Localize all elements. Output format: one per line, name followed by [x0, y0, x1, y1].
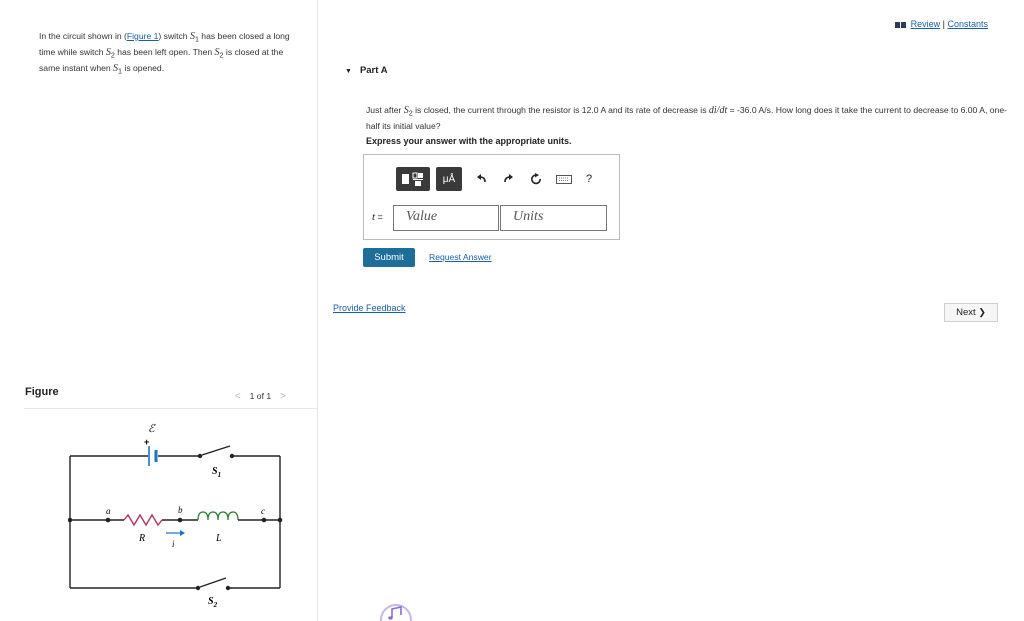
help-button[interactable]: ? [582, 167, 596, 191]
problem-text-6: is opened. [122, 63, 165, 74]
redo-icon [504, 174, 513, 183]
current-label: i [172, 539, 175, 549]
node-b-label: b [178, 505, 183, 515]
request-answer-link[interactable]: Request Answer [429, 252, 492, 262]
unit-amp-per-second: A/s [758, 105, 771, 115]
collapse-triangle-icon[interactable]: ▼ [345, 68, 352, 75]
node-a-label: a [106, 506, 111, 516]
reset-button[interactable] [528, 167, 544, 191]
review-constants-bar: Review | Constants [894, 19, 988, 29]
music-note-icon [380, 604, 412, 621]
review-link[interactable]: Review [911, 19, 941, 29]
redo-button[interactable] [500, 167, 516, 191]
constants-link[interactable]: Constants [947, 19, 988, 29]
value-input[interactable]: Value [393, 205, 499, 231]
node-a [105, 517, 111, 523]
answer-box: μÅ ? t = Value Units [363, 154, 620, 240]
switch-s2-contact-2 [225, 585, 231, 591]
keyboard-button[interactable] [554, 167, 574, 191]
switch-s2-label: S2 [208, 596, 218, 609]
junction-left [68, 517, 73, 523]
question-text-1: Just after [366, 105, 404, 115]
inductor-label: L [215, 533, 222, 544]
question-text: Just after S2 is closed, the current thr… [366, 104, 1011, 132]
units-symbol-button[interactable]: μÅ [436, 167, 462, 191]
undo-icon [477, 174, 486, 183]
chevron-right-icon: ❯ [978, 307, 986, 317]
problem-text-4: has been left open. Then [114, 47, 215, 58]
problem-text-1: In the circuit shown in ( [39, 31, 127, 41]
node-c [261, 517, 267, 523]
switch-s1-contact-2 [229, 453, 235, 459]
answer-equals: = [375, 212, 383, 222]
junction-right [277, 517, 283, 523]
reset-icon [531, 173, 542, 185]
switch-s1-blade [201, 445, 231, 456]
next-button[interactable]: Next ❯ [944, 303, 998, 322]
node-c-label: c [261, 506, 265, 516]
switch-s2-blade [199, 577, 227, 588]
inductor-L [197, 511, 239, 521]
templates-button[interactable] [396, 167, 430, 191]
emf-label: ℰ [148, 423, 156, 435]
part-a-header[interactable]: ▼ Part A [345, 65, 388, 76]
figure-page-indicator: 1 of 1 [249, 391, 272, 401]
didt-symbol: di/dt [708, 105, 728, 116]
question-text-4: = -36.0 [727, 105, 759, 115]
node-b [177, 517, 183, 523]
question-text-2: is closed, the current through the resis… [412, 105, 601, 115]
submit-button[interactable]: Submit [363, 248, 415, 267]
units-input[interactable]: Units [500, 205, 607, 231]
templates-icon [402, 172, 423, 186]
mu-angstrom-icon: μÅ [442, 173, 456, 185]
figure-label: Figure [25, 386, 59, 398]
circuit-diagram: + ℰ S1 a b c R L i S2 [68, 423, 283, 609]
battery-plus-label: + [144, 437, 149, 447]
figure-header: Figure <1 of 1 > [24, 380, 317, 409]
switch-s1-contact [197, 453, 203, 459]
switch-s1-label: S1 [212, 466, 221, 479]
current-arrowhead [180, 530, 185, 536]
book-icon [894, 21, 906, 28]
problem-statement: In the circuit shown in (Figure 1) switc… [39, 30, 299, 79]
help-icon: ? [585, 173, 593, 185]
left-panel: In the circuit shown in (Figure 1) switc… [24, 0, 318, 621]
prev-figure-button[interactable]: < [235, 391, 241, 402]
keyboard-icon [556, 174, 572, 184]
undo-button[interactable] [474, 167, 490, 191]
switch-s2-contact [195, 585, 201, 591]
resistor-R [123, 513, 163, 527]
next-button-label: Next [956, 307, 976, 318]
next-figure-button[interactable]: > [280, 391, 286, 402]
problem-text-2: ) switch [158, 31, 190, 41]
question-text-5: . How long does it take the current to d… [770, 105, 980, 115]
part-a-title: Part A [359, 65, 388, 76]
figure-pager: <1 of 1 > [226, 391, 295, 402]
provide-feedback-link[interactable]: Provide Feedback [333, 303, 406, 313]
answer-instruction: Express your answer with the appropriate… [366, 136, 572, 146]
resistor-label: R [138, 533, 145, 544]
figure-link[interactable]: Figure 1 [127, 31, 159, 41]
question-text-3: and its rate of decrease is [605, 105, 709, 115]
answer-variable-label: t = [372, 211, 383, 223]
